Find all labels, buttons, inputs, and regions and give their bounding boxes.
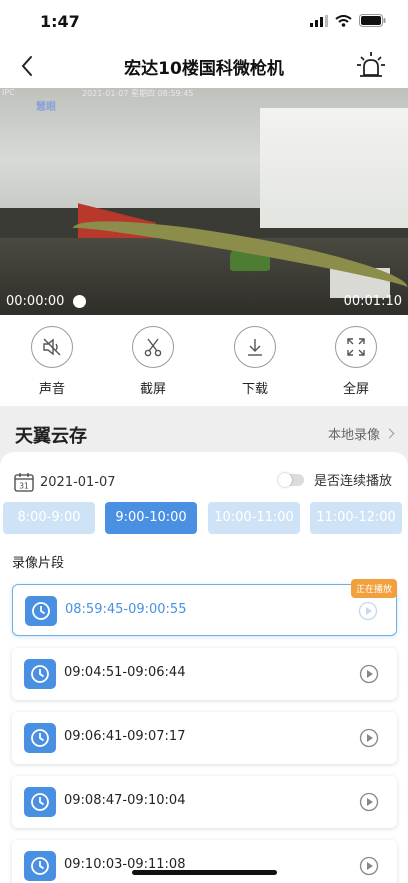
clock-icon-box bbox=[24, 787, 56, 817]
recording-item[interactable]: 08:59:45-09:00:55 正在播放 bbox=[12, 579, 397, 636]
video-player[interactable]: IPC 2021-01-07 星期四 08:59:45 慧眼 bbox=[0, 88, 408, 315]
recording-time-range: 09:04:51-09:06:44 bbox=[64, 665, 186, 680]
video-frame-window bbox=[260, 108, 408, 228]
time-tab-11-12[interactable]: 11:00-12:00 bbox=[310, 502, 402, 534]
video-total-time: 00:01:10 bbox=[343, 294, 402, 309]
sound-muted-icon bbox=[43, 338, 61, 356]
segments-heading: 录像片段 bbox=[12, 556, 65, 571]
recording-time-range: 09:08:47-09:10:04 bbox=[64, 793, 186, 808]
recording-time-range: 09:06:41-09:07:17 bbox=[64, 729, 186, 744]
clock-icon bbox=[31, 729, 49, 747]
video-elapsed-time: 00:00:00 bbox=[6, 294, 65, 309]
continuous-play-setting: 是否连续播放 bbox=[277, 470, 392, 489]
recording-item[interactable]: 09:10:03-09:11:08 bbox=[12, 840, 397, 883]
continuous-play-toggle[interactable] bbox=[277, 472, 304, 487]
download-button-label: 下载 bbox=[241, 382, 268, 397]
fullscreen-button-label: 全屏 bbox=[342, 382, 369, 397]
wifi-icon bbox=[335, 14, 352, 27]
video-osd-brand: 慧眼 bbox=[36, 102, 56, 113]
toggle-knob bbox=[277, 472, 292, 487]
chevron-right-icon bbox=[384, 428, 395, 439]
clock-icon bbox=[31, 665, 49, 683]
cloud-storage-title: 天翼云存 bbox=[15, 426, 87, 447]
time-tab-10-11[interactable]: 10:00-11:00 bbox=[208, 502, 300, 534]
time-tab-8-9[interactable]: 8:00-9:00 bbox=[3, 502, 95, 534]
sound-button-circle[interactable] bbox=[31, 326, 73, 368]
status-bar: 1:47 bbox=[0, 0, 408, 46]
sound-button[interactable]: 声音 bbox=[22, 326, 82, 397]
clock-icon-box bbox=[24, 851, 56, 881]
clock-icon-box bbox=[24, 659, 56, 689]
video-osd-timestamp: 2021-01-07 星期四 08:59:45 bbox=[82, 89, 194, 98]
local-recording-label: 本地录像 bbox=[327, 428, 380, 443]
screenshot-button[interactable]: 截屏 bbox=[123, 326, 183, 397]
continuous-play-label: 是否连续播放 bbox=[313, 474, 392, 489]
video-osd-logo: IPC bbox=[2, 88, 15, 97]
screenshot-button-label: 截屏 bbox=[139, 382, 166, 397]
status-icons bbox=[310, 14, 386, 27]
download-button[interactable]: 下载 bbox=[225, 326, 285, 397]
home-indicator bbox=[132, 870, 277, 875]
clock-icon bbox=[32, 602, 50, 620]
page-title: 宏达10楼国科微枪机 bbox=[124, 59, 284, 79]
recording-item[interactable]: 09:04:51-09:06:44 bbox=[12, 648, 397, 700]
clock-icon bbox=[31, 793, 49, 811]
time-tab-9-10[interactable]: 9:00-10:00 bbox=[105, 502, 197, 534]
action-row: 声音 截屏 下载 全屏 bbox=[0, 326, 408, 402]
download-button-circle[interactable] bbox=[234, 326, 276, 368]
alarm-light-icon[interactable] bbox=[356, 50, 386, 80]
play-icon[interactable] bbox=[359, 728, 379, 748]
play-icon[interactable] bbox=[358, 601, 378, 621]
clock-icon-box bbox=[24, 723, 56, 753]
date-picker[interactable]: 31 2021-01-07 bbox=[14, 472, 116, 492]
fullscreen-icon bbox=[347, 338, 365, 356]
play-icon[interactable] bbox=[359, 792, 379, 812]
recording-item[interactable]: 09:06:41-09:07:17 bbox=[12, 712, 397, 764]
clock-icon-box bbox=[25, 596, 57, 626]
nav-bar: 宏达10楼国科微枪机 bbox=[0, 46, 408, 88]
play-icon[interactable] bbox=[359, 856, 379, 876]
recording-item[interactable]: 09:08:47-09:10:04 bbox=[12, 776, 397, 828]
video-scrubber-handle[interactable] bbox=[73, 295, 86, 308]
play-icon[interactable] bbox=[359, 664, 379, 684]
time-range-tabs: 8:00-9:00 9:00-10:00 10:00-11:00 11:00-1… bbox=[0, 502, 408, 536]
back-icon[interactable] bbox=[14, 52, 42, 80]
signal-icon bbox=[310, 14, 328, 27]
calendar-day: 31 bbox=[19, 482, 29, 491]
fullscreen-button-circle[interactable] bbox=[335, 326, 377, 368]
download-icon bbox=[248, 339, 262, 356]
local-recording-link[interactable]: 本地录像 bbox=[327, 424, 395, 443]
calendar-icon: 31 bbox=[14, 473, 34, 492]
scissors-icon bbox=[144, 338, 162, 357]
battery-icon bbox=[359, 14, 386, 27]
recording-card: 31 2021-01-07 是否连续播放 8:00-9:00 9:00-10:0… bbox=[0, 452, 408, 883]
recording-time-range: 08:59:45-09:00:55 bbox=[65, 602, 187, 617]
clock-icon bbox=[31, 857, 49, 875]
selected-date: 2021-01-07 bbox=[40, 474, 116, 490]
status-time: 1:47 bbox=[40, 12, 80, 31]
sound-button-label: 声音 bbox=[38, 382, 65, 397]
cloud-storage-panel: 天翼云存 本地录像 31 2021-01-07 是否连续播放 8:00-9:00… bbox=[0, 406, 408, 883]
fullscreen-button[interactable]: 全屏 bbox=[326, 326, 386, 397]
now-playing-badge: 正在播放 bbox=[350, 579, 397, 598]
screenshot-button-circle[interactable] bbox=[132, 326, 174, 368]
